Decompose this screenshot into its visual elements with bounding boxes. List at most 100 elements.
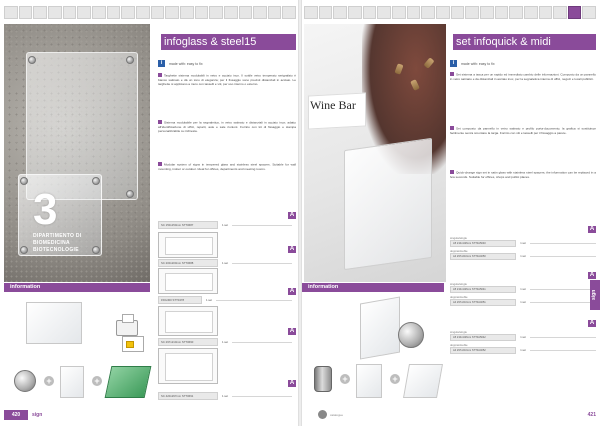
thumbnail[interactable]	[435, 6, 450, 19]
glass-panel-small: 3 DIPARTIMENTO DI BIOMEDICINA BIOTECNOLO…	[18, 174, 102, 256]
divider	[232, 224, 292, 226]
thumbnail[interactable]	[494, 6, 509, 19]
side-tab[interactable]: sign	[590, 280, 600, 310]
order-row: doppia/double A4 297x210mm STT0A4052 1 se…	[450, 343, 596, 354]
thumbnail[interactable]	[553, 6, 567, 19]
description-paragraph: Modular system of signs in tempered glas…	[158, 162, 296, 171]
price-badge: A	[288, 288, 296, 295]
order-qty: 1 set	[221, 340, 229, 344]
price-badge: A	[288, 380, 296, 387]
order-code: SC 150x150mm STT0687	[158, 221, 218, 229]
order-qty: 1 set	[520, 349, 526, 352]
thumbnail[interactable]	[421, 6, 435, 19]
thumbnail[interactable]	[135, 6, 150, 19]
product-drawing	[158, 232, 218, 258]
thumbnail[interactable]	[465, 6, 479, 19]
divider	[216, 299, 292, 301]
thumbnail-active[interactable]	[567, 6, 582, 19]
thumbnail[interactable]	[253, 6, 267, 19]
white-panel-illustration	[356, 364, 382, 398]
order-code: 150x300 STT0478	[158, 296, 202, 304]
thumbnail[interactable]	[479, 6, 494, 19]
thumbnail[interactable]	[509, 6, 523, 19]
bullet-square-icon	[158, 120, 162, 124]
information-bar: information	[302, 283, 444, 292]
price-badge: A	[288, 212, 296, 219]
bullet-square-icon	[450, 72, 454, 76]
section-header-infoglass: infoglass & steel15	[158, 34, 296, 50]
thumbnail[interactable]	[62, 6, 77, 19]
order-row: singola/single A5 210x148mm STT0A5041 1 s…	[450, 282, 596, 293]
description-paragraph: Quick-change sign set in satin glass wit…	[450, 170, 596, 179]
standoff-icon	[20, 246, 28, 254]
drawing-panel	[165, 273, 213, 291]
price-badge: A	[588, 226, 596, 233]
thumbnail[interactable]	[333, 6, 347, 19]
tagline-left: i made with: easy to fix	[158, 60, 203, 67]
section-header-infoquick: set infoquick & midi	[450, 34, 596, 50]
page-number-left: 420	[4, 410, 28, 420]
cylinder-spacer-icon	[314, 366, 332, 392]
glass-panel-illustration	[403, 364, 443, 398]
divider	[232, 395, 292, 397]
thumbnail[interactable]	[33, 6, 47, 19]
glass-panel-illustration	[360, 296, 400, 360]
order-qty: 1 set	[221, 394, 229, 398]
bullet-square-icon	[158, 162, 162, 166]
bullet-square-icon	[450, 126, 454, 130]
thumbnail[interactable]	[165, 6, 179, 19]
thumbnail[interactable]	[209, 6, 223, 19]
order-qty: 1 set	[205, 298, 213, 302]
thumbnail[interactable]	[194, 6, 209, 19]
glass-panel-illustration	[60, 366, 84, 398]
price-badge: A	[288, 246, 296, 253]
standoff-icon	[28, 56, 36, 64]
order-code: A5 210x148mm STT0A5040	[450, 240, 516, 247]
thumbnail[interactable]	[362, 6, 377, 19]
thumbnail[interactable]	[304, 6, 318, 19]
bullet-square-icon	[158, 73, 162, 77]
thumbnail[interactable]	[18, 6, 33, 19]
thumbnail[interactable]	[582, 6, 597, 19]
department-text: DIPARTIMENTO DI BIOMEDICINA BIOTECNOLOGI…	[33, 233, 82, 253]
glass-sign-panel	[344, 137, 432, 271]
standoff-icon	[126, 190, 134, 198]
description-paragraph: Targhette sistema modulabili in vetro e …	[158, 73, 296, 87]
product-drawing	[158, 348, 218, 384]
thumbnail[interactable]	[282, 6, 297, 19]
label-callout-icon	[122, 336, 144, 352]
order-qty: 1 set	[221, 223, 229, 227]
thumbnail[interactable]	[179, 6, 194, 19]
thumbnail[interactable]	[77, 6, 91, 19]
footer-note: catalogue	[330, 413, 344, 417]
information-illustration: + +	[302, 296, 444, 406]
order-qty: 1 set	[520, 301, 526, 304]
thumbnail[interactable]	[377, 6, 391, 19]
price-badge: A	[588, 272, 596, 279]
order-row: singola/single A5 210x148mm STT0A5042 1 s…	[450, 330, 596, 341]
thumbnail[interactable]	[406, 6, 421, 19]
plus-icon: +	[44, 376, 54, 386]
thumbnail[interactable]	[523, 6, 538, 19]
order-qty: 1 set	[520, 288, 526, 291]
divider	[530, 289, 596, 290]
thumbnail[interactable]	[347, 6, 362, 19]
thumbnail[interactable]	[238, 6, 253, 19]
thumbnail[interactable]	[223, 6, 238, 19]
thumbnail[interactable]	[106, 6, 121, 19]
thumbnail[interactable]	[150, 6, 165, 19]
thumbnail[interactable]	[538, 6, 553, 19]
description-paragraph: Set sistema a tasca per un rapido ed imm…	[450, 72, 596, 81]
order-code: A4 297x210mm STT0A4050	[450, 253, 516, 260]
thumbnail[interactable]	[91, 6, 106, 19]
standoff-icon	[20, 177, 28, 185]
thumbnail[interactable]	[450, 6, 465, 19]
thumbnail[interactable]	[267, 6, 282, 19]
white-panel-illustration	[26, 302, 82, 344]
thumbnail[interactable]	[47, 6, 62, 19]
price-badge: A	[588, 320, 596, 327]
thumbnail[interactable]	[391, 6, 406, 19]
thumbnail[interactable]	[121, 6, 135, 19]
thumbnail[interactable]	[318, 6, 333, 19]
thumbnail[interactable]	[4, 6, 18, 19]
